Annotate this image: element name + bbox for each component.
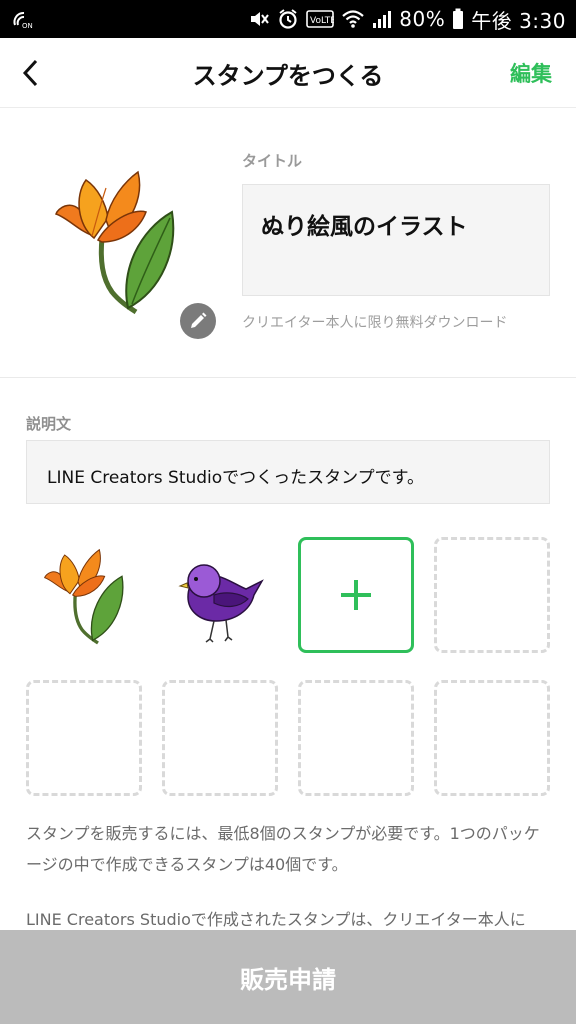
sell-request-button[interactable]: 販売申請 [0, 930, 576, 1024]
page-title: スタンプをつくる [192, 62, 384, 90]
title-label: タイトル [242, 152, 303, 170]
empty-sticker-slot [434, 680, 550, 796]
section-divider [0, 377, 576, 378]
mute-icon [248, 9, 270, 29]
sticker-slot-1[interactable] [26, 537, 142, 653]
description-value: LINE Creators Studioでつくったスタンプです。 [47, 468, 424, 488]
empty-sticker-slot [434, 537, 550, 653]
svg-text:VoLTE: VoLTE [310, 16, 334, 26]
alarm-icon [277, 8, 299, 30]
main-sticker-image[interactable] [40, 160, 190, 320]
add-sticker-button[interactable] [298, 537, 414, 653]
sales-requirement-text: スタンプを販売するには、最低8個のスタンプが必要です。1つのパッケージの中で作成… [26, 824, 540, 874]
sticker-slot-2[interactable] [162, 537, 278, 653]
purple-bird-sticker-icon [178, 564, 264, 643]
tulip-icon [55, 170, 175, 315]
description-field[interactable]: LINE Creators Studioでつくったスタンプです。 [26, 440, 550, 504]
edit-image-button[interactable] [180, 303, 216, 339]
title-value: ぬり絵風のイラスト [261, 214, 468, 240]
battery-icon [452, 8, 464, 30]
plus-icon [341, 580, 371, 610]
title-note: クリエイター本人に限り無料ダウンロード [242, 315, 508, 331]
signal-icon [372, 9, 392, 29]
volte-icon: VoLTE [306, 10, 334, 28]
description-label: 説明文 [26, 415, 72, 433]
app-header: スタンプをつくる 編集 [0, 38, 576, 108]
tulip-sticker-icon [44, 548, 124, 645]
empty-sticker-slot [298, 680, 414, 796]
nfc-icon: ON [12, 9, 34, 29]
title-field[interactable]: ぬり絵風のイラスト [242, 184, 550, 296]
svg-text:ON: ON [22, 22, 33, 29]
empty-sticker-slot [26, 680, 142, 796]
pencil-icon [191, 312, 207, 328]
battery-percent: 80% [399, 7, 446, 31]
wifi-icon [341, 9, 365, 29]
status-bar: ON VoLTE 80% 午後 3:30 [0, 0, 576, 38]
empty-sticker-slot [162, 680, 278, 796]
edit-button[interactable]: 編集 [510, 58, 552, 88]
clock: 午後 3:30 [471, 8, 566, 33]
